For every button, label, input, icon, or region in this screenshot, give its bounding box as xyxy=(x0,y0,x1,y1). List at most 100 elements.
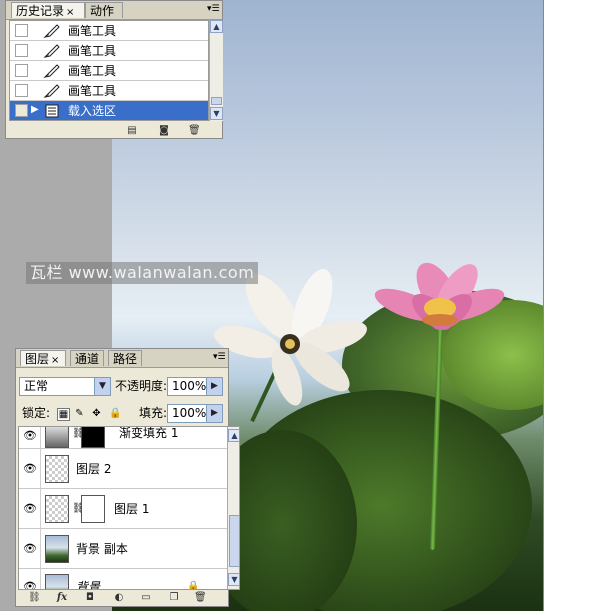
trash-icon[interactable]: 🗑 xyxy=(188,125,201,136)
layer-name[interactable]: 图层 2 xyxy=(76,461,111,477)
lock-transparency-icon[interactable]: ▦ xyxy=(57,408,70,421)
tab-channels-label: 通道 xyxy=(75,352,100,366)
lock-pixels-icon[interactable]: ✎ xyxy=(74,408,85,419)
history-panel: 历史记录 × 动作 ▾☰ 画笔工具 画笔工具 画笔工具 画笔工具 ▶ 载入选区 … xyxy=(5,0,223,139)
history-item[interactable]: 画笔工具 xyxy=(10,21,208,41)
tab-paths[interactable]: 路径 xyxy=(108,350,142,366)
fill-value: 100% xyxy=(172,406,207,420)
layers-footer: ⛓ fx ◘ ◐ ▭ ❐ 🗑 xyxy=(18,590,226,606)
tab-history-label: 历史记录 xyxy=(16,4,65,18)
scroll-down-icon[interactable]: ▼ xyxy=(210,107,223,120)
layer-row[interactable]: 👁 图层 2 xyxy=(19,449,228,489)
workspace-right-area xyxy=(543,0,594,611)
panel-menu-icon[interactable]: ▾☰ xyxy=(207,4,220,15)
layer-thumbnail[interactable] xyxy=(45,535,69,563)
lock-position-icon[interactable]: ✥ xyxy=(91,408,102,419)
layers-list: 👁 ⛓ 渐变填充 1 👁 图层 2 👁 ⛓ 图层 1 👁 背景 副本 👁 背景 … xyxy=(18,426,240,590)
layer-name[interactable]: 背景 副本 xyxy=(76,541,128,557)
load-selection-icon xyxy=(45,104,59,118)
history-source-checkbox[interactable] xyxy=(15,24,28,37)
history-item[interactable]: 画笔工具 xyxy=(10,41,208,61)
eye-icon[interactable]: 👁 xyxy=(22,580,38,589)
layers-tab-bar: 图层 × 通道 路径 ▾☰ xyxy=(16,349,228,368)
history-source-checkbox[interactable] xyxy=(15,64,28,77)
layer-row[interactable]: 👁 ⛓ 渐变填充 1 xyxy=(19,427,228,449)
trash-icon[interactable]: 🗑 xyxy=(194,592,207,603)
scroll-down-icon[interactable]: ▼ xyxy=(228,573,239,586)
layer-mask-thumbnail[interactable] xyxy=(81,427,105,448)
history-item-label: 画笔工具 xyxy=(68,44,117,58)
history-source-checkbox[interactable] xyxy=(15,104,28,117)
blend-mode-select[interactable]: 正常 ▼ xyxy=(19,377,111,396)
tab-actions[interactable]: 动作 xyxy=(85,2,123,18)
link-icon[interactable]: ⛓ xyxy=(28,592,41,603)
new-group-icon[interactable]: ▭ xyxy=(140,592,152,603)
new-snapshot-icon[interactable]: ◙ xyxy=(158,125,170,136)
lock-all-icon[interactable]: 🔒 xyxy=(109,408,121,419)
link-icon[interactable]: ⛓ xyxy=(72,502,85,516)
layer-thumbnail[interactable] xyxy=(45,495,69,523)
add-mask-icon[interactable]: ◘ xyxy=(84,592,96,603)
close-icon[interactable]: × xyxy=(51,355,59,366)
layer-thumbnail[interactable] xyxy=(45,574,69,589)
history-item-label: 画笔工具 xyxy=(68,64,117,78)
layer-name[interactable]: 背景 xyxy=(76,579,100,589)
close-icon[interactable]: × xyxy=(66,7,74,18)
tab-paths-label: 路径 xyxy=(113,352,138,366)
history-item-label: 载入选区 xyxy=(68,104,117,118)
fx-icon[interactable]: fx xyxy=(56,592,68,603)
slider-arrow-icon[interactable]: ▶ xyxy=(206,405,222,422)
tab-actions-label: 动作 xyxy=(90,4,115,18)
opacity-input[interactable]: 100% ▶ xyxy=(167,377,223,396)
panel-menu-icon[interactable]: ▾☰ xyxy=(213,352,226,363)
pink-lotus-flower xyxy=(374,262,505,330)
fill-label: 填充: xyxy=(139,406,168,420)
layer-thumbnail[interactable] xyxy=(45,427,69,448)
history-state-pointer-icon: ▶ xyxy=(31,104,39,115)
layer-row[interactable]: 👁 背景 副本 xyxy=(19,529,228,569)
slider-arrow-icon[interactable]: ▶ xyxy=(206,378,222,395)
layer-thumbnail[interactable] xyxy=(45,455,69,483)
chevron-down-icon: ▼ xyxy=(94,378,110,395)
scroll-thumb[interactable] xyxy=(229,515,239,567)
history-source-checkbox[interactable] xyxy=(15,44,28,57)
lock-label: 锁定: xyxy=(22,406,51,420)
scroll-thumb[interactable] xyxy=(211,97,222,105)
tab-layers[interactable]: 图层 × xyxy=(20,350,66,366)
history-source-checkbox[interactable] xyxy=(15,84,28,97)
fill-input[interactable]: 100% ▶ xyxy=(167,404,223,423)
history-item[interactable]: 画笔工具 xyxy=(10,61,208,81)
scroll-up-icon[interactable]: ▲ xyxy=(210,20,223,33)
layer-mask-thumbnail[interactable] xyxy=(81,495,105,523)
layer-row[interactable]: 👁 背景 🔒 xyxy=(19,569,228,589)
white-lotus-flower xyxy=(213,269,367,406)
eye-icon[interactable]: 👁 xyxy=(22,462,38,476)
layer-name[interactable]: 渐变填充 1 xyxy=(119,427,178,441)
tab-channels[interactable]: 通道 xyxy=(70,350,104,366)
brush-icon xyxy=(43,24,60,38)
layer-name[interactable]: 图层 1 xyxy=(114,501,149,517)
layer-row[interactable]: 👁 ⛓ 图层 1 xyxy=(19,489,228,529)
adjustment-layer-icon[interactable]: ◐ xyxy=(113,592,125,603)
new-document-from-state-icon[interactable]: ▤ xyxy=(126,125,138,136)
history-item[interactable]: 画笔工具 xyxy=(10,81,208,101)
eye-icon[interactable]: 👁 xyxy=(22,502,38,516)
opacity-value: 100% xyxy=(172,379,207,393)
eye-icon[interactable]: 👁 xyxy=(22,542,38,556)
history-item-label: 画笔工具 xyxy=(68,84,117,98)
layers-scrollbar[interactable]: ▲ ▼ xyxy=(227,427,239,589)
brush-icon xyxy=(43,84,60,98)
history-tab-bar: 历史记录 × 动作 ▾☰ xyxy=(6,1,222,20)
tab-history[interactable]: 历史记录 × xyxy=(11,2,85,18)
opacity-label: 不透明度: xyxy=(115,379,168,393)
fx-label: fx xyxy=(56,592,68,603)
scroll-up-icon[interactable]: ▲ xyxy=(228,429,239,442)
brush-icon xyxy=(43,64,60,78)
history-item-selected[interactable]: ▶ 载入选区 xyxy=(10,101,208,120)
eye-icon[interactable]: 👁 xyxy=(22,429,38,443)
blend-mode-value: 正常 xyxy=(24,379,49,393)
history-scrollbar[interactable]: ▲ ▼ xyxy=(209,20,223,121)
link-icon[interactable]: ⛓ xyxy=(72,427,85,441)
tab-layers-label: 图层 xyxy=(25,352,50,366)
new-layer-icon[interactable]: ❐ xyxy=(168,592,180,603)
